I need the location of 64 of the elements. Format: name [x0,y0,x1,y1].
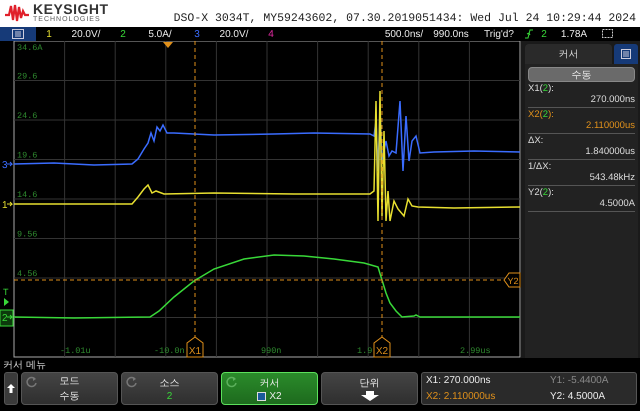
axis-label: 24.6 [17,111,38,121]
menu-icon [12,29,24,39]
channel-scale: 20.0V/ [70,28,102,40]
panel-tab[interactable]: 커서 [525,44,612,64]
trigger-marker: T [3,287,8,297]
readout-label: X2(2): [528,109,555,120]
trigger-status: Trig'd? [483,28,515,40]
brand-name: KEYSIGHT [33,2,109,16]
cursor-readout: X2: 2.110000us [426,390,496,402]
delay: 990.0ns [432,28,470,40]
knob-icon [126,376,138,388]
axis-label: 4.56 [17,269,38,279]
axis-label: 990n [261,346,282,356]
readout-label: Y2(2): [528,187,555,198]
channel-number[interactable]: 2 [110,28,136,40]
axis-label: 2.99us [460,346,491,356]
axis-label: -10.0n [154,346,185,356]
cursor-readout: X1: 270.000ns [426,375,492,386]
instrument-title: DSO-X 3034T, MY59243602, 07.30.2019051434: Wed Jul 24 10:29:44 2024 [174,12,636,25]
axis-label: 9.56 [17,230,38,240]
menu-title: 커서 메뉴 [2,359,47,372]
trigger-level-icon [4,298,9,306]
knob-icon [26,376,38,388]
readout-value: 543.48kHz [588,172,635,183]
trigger-level: 1.78A [560,28,588,40]
softkey[interactable]: 소스 2 [121,372,218,405]
readout-label: ΔX: [528,135,544,146]
mode-button[interactable]: 수동 [528,67,635,82]
channel-scale: 5.0A/ [147,28,173,40]
channel-number[interactable]: 3 [184,28,210,40]
trigger-source: 2 [540,28,548,40]
readout-value: 270.000ns [590,94,635,105]
axis-label: 14.6 [17,190,38,200]
menu-tab[interactable] [614,44,638,64]
axis-label: 29.6 [17,72,38,82]
up-arrow-icon [7,384,15,393]
back-button[interactable] [4,372,18,405]
cursor-swatch-icon [257,392,266,400]
rising-edge-icon [524,29,534,39]
softkey[interactable]: 모드 수동 [21,372,118,405]
axis-label: -1.01u [60,346,91,356]
axis-label: 34.6A [17,43,43,53]
selection-icon[interactable] [602,29,614,39]
cursor-readout: Y2: 4.5000A [550,390,606,402]
channel-scale: 20.0V/ [218,28,250,40]
menu-button[interactable] [0,27,36,41]
readout-value: 1.840000us [584,146,635,157]
logo-icon [4,2,30,22]
readout-label: 1/ΔX: [528,161,552,172]
channel-number[interactable]: 4 [258,28,284,40]
readout-value: 2.110000us [585,120,635,131]
readout-label: X1(2): [528,83,555,94]
channel-number[interactable]: 1 [36,28,62,40]
axis-label: 19.6 [17,150,38,160]
axis-label: 1.9 [357,346,372,356]
softkey[interactable]: 커서 X2 [221,372,318,405]
timebase: 500.0ns/ [384,28,424,40]
readout-value: 4.5000A [598,198,635,209]
knob-icon [226,376,238,388]
menu-icon [621,49,631,59]
cursor-readout: Y1: -5.4400A [550,375,610,386]
softkey[interactable]: 단위 [321,372,418,405]
down-arrow-icon [360,391,378,401]
channel-marker[interactable]: 2 [0,310,14,326]
